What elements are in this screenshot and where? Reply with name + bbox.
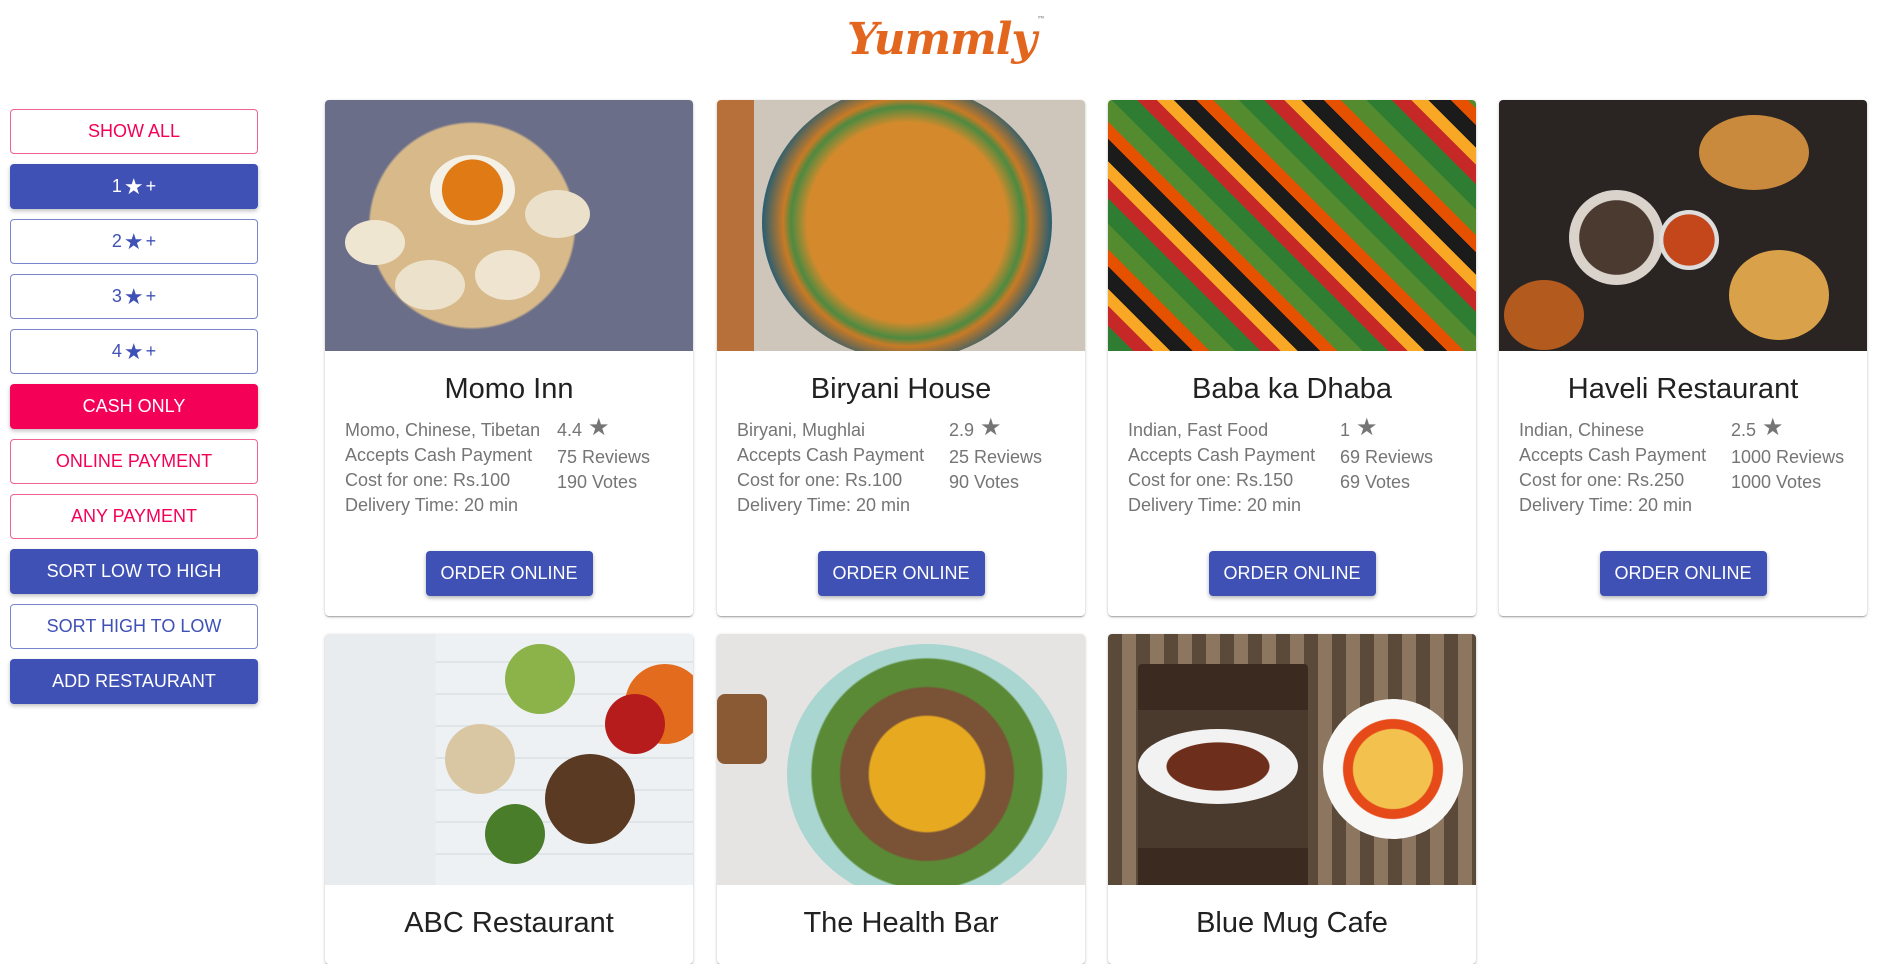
cost-text: Cost for one: Rs.100 [345, 470, 511, 490]
star-icon: ★ [980, 413, 1002, 441]
sort-high-to-low-button[interactable]: SORT HIGH TO LOW [10, 604, 258, 649]
cuisine-text: Indian, Chinese [1519, 420, 1645, 440]
restaurant-image-momo[interactable] [325, 100, 693, 351]
payment-text: Accepts Cash Payment [737, 445, 925, 465]
rating-value: 2.5 [1731, 420, 1757, 440]
button-label-suffix: + [145, 176, 157, 196]
rating-4-plus-button[interactable]: 4 ★ + [10, 329, 258, 374]
reviews-count: 1000 Reviews [1731, 447, 1845, 467]
restaurant-name: Haveli Restaurant [1567, 373, 1799, 405]
restaurant-name: Baba ka Dhaba [1192, 373, 1392, 405]
reviews-count: 25 Reviews [949, 447, 1043, 467]
votes-count: 90 Votes [949, 472, 1020, 492]
star-icon: ★ [123, 228, 144, 254]
rating-value: 2.9 [949, 420, 975, 440]
button-label: ONLINE PAYMENT [55, 451, 213, 471]
button-label: ADD RESTAURANT [52, 671, 216, 691]
payment-text: Accepts Cash Payment [1519, 445, 1707, 465]
cost-text: Cost for one: Rs.150 [1128, 470, 1294, 490]
cuisine-text: Indian, Fast Food [1128, 420, 1269, 440]
add-restaurant-button[interactable]: ADD RESTAURANT [10, 659, 258, 704]
any-payment-button[interactable]: ANY PAYMENT [10, 494, 258, 539]
button-label: SHOW ALL [87, 121, 181, 141]
restaurant-name: Momo Inn [444, 373, 574, 405]
star-icon: ★ [588, 413, 610, 441]
order-online-button[interactable]: ORDER ONLINE [1208, 551, 1376, 596]
order-online-button[interactable]: ORDER ONLINE [425, 551, 593, 596]
delivery-text: Delivery Time: 20 min [1128, 495, 1302, 515]
reviews-count: 75 Reviews [557, 447, 651, 467]
payment-text: Accepts Cash Payment [1128, 445, 1316, 465]
star-icon: ★ [123, 283, 144, 309]
rating-value: 1 [1340, 420, 1351, 440]
votes-count: 1000 Votes [1731, 472, 1822, 492]
restaurant-card: Biryani House Biryani, Mughlai Accepts C… [717, 100, 1085, 616]
reviews-count: 69 Reviews [1340, 447, 1434, 467]
rating-value: 4.4 [557, 420, 583, 440]
restaurant-image-abc[interactable] [325, 634, 693, 885]
sort-low-to-high-button[interactable]: SORT LOW TO HIGH [10, 549, 258, 594]
button-label: 3 [111, 286, 122, 306]
restaurant-card: The Health Bar [717, 634, 1085, 964]
restaurant-card: ABC Restaurant [325, 634, 693, 964]
cost-text: Cost for one: Rs.100 [737, 470, 903, 490]
button-label: 1 [111, 176, 122, 196]
trademark-mark: ™ [1036, 14, 1045, 24]
star-icon: ★ [123, 338, 144, 364]
button-label-suffix: + [145, 231, 157, 251]
restaurant-image-health-bar[interactable] [717, 634, 1085, 885]
button-label: 4 [111, 341, 122, 361]
star-icon: ★ [1762, 413, 1784, 441]
restaurant-card: Haveli Restaurant Indian, Chinese Accept… [1499, 100, 1867, 616]
order-online-button[interactable]: ORDER ONLINE [1599, 551, 1767, 596]
button-label: ANY PAYMENT [70, 506, 198, 526]
delivery-text: Delivery Time: 20 min [737, 495, 911, 515]
button-label-suffix: + [145, 286, 157, 306]
votes-count: 69 Votes [1340, 472, 1411, 492]
cuisine-text: Biryani, Mughlai [737, 420, 866, 440]
cash-only-button[interactable]: CASH ONLY [10, 384, 258, 429]
yummly-logo[interactable]: Yummly™ [847, 14, 1045, 65]
restaurant-name: Blue Mug Cafe [1196, 907, 1388, 939]
button-label: 2 [111, 231, 122, 251]
rating: 2.9 ★ [949, 413, 1065, 443]
payment-text: Accepts Cash Payment [345, 445, 533, 465]
restaurant-name: The Health Bar [803, 907, 999, 939]
delivery-text: Delivery Time: 20 min [1519, 495, 1693, 515]
cuisine-text: Momo, Chinese, Tibetan [345, 420, 541, 440]
star-icon: ★ [123, 173, 144, 199]
restaurant-card: Momo Inn Momo, Chinese, Tibetan Accepts … [325, 100, 693, 616]
rating-1-plus-button[interactable]: 1 ★ + [10, 164, 258, 209]
rating-2-plus-button[interactable]: 2 ★ + [10, 219, 258, 264]
button-label: SORT HIGH TO LOW [46, 616, 222, 636]
restaurant-image-dhaba[interactable] [1108, 100, 1476, 351]
restaurant-card: Blue Mug Cafe [1108, 634, 1476, 964]
star-icon: ★ [1356, 413, 1378, 441]
rating: 4.4 ★ [557, 413, 673, 443]
cost-text: Cost for one: Rs.250 [1519, 470, 1685, 490]
button-label: SORT LOW TO HIGH [46, 561, 222, 581]
logo-text: Yummly [847, 14, 1037, 65]
restaurant-name: ABC Restaurant [404, 907, 614, 939]
restaurant-image-haveli[interactable] [1499, 100, 1867, 351]
restaurant-image-blue-mug[interactable] [1108, 634, 1476, 885]
restaurant-name: Biryani House [810, 373, 992, 405]
rating: 1 ★ [1340, 413, 1456, 443]
filter-sidebar: SHOW ALL 1 ★ + 2 ★ + 3 ★ + 4 ★ + CASH ONLY ONLIN… [10, 109, 258, 714]
delivery-text: Delivery Time: 20 min [345, 495, 519, 515]
votes-count: 190 Votes [557, 472, 638, 492]
rating: 2.5 ★ [1731, 413, 1847, 443]
restaurant-card: Baba ka Dhaba Indian, Fast Food Accepts … [1108, 100, 1476, 616]
online-payment-button[interactable]: ONLINE PAYMENT [10, 439, 258, 484]
rating-3-plus-button[interactable]: 3 ★ + [10, 274, 258, 319]
button-label-suffix: + [145, 341, 157, 361]
show-all-button[interactable]: SHOW ALL [10, 109, 258, 154]
button-label: CASH ONLY [82, 396, 186, 416]
order-online-button[interactable]: ORDER ONLINE [817, 551, 985, 596]
restaurant-image-biryani[interactable] [717, 100, 1085, 351]
